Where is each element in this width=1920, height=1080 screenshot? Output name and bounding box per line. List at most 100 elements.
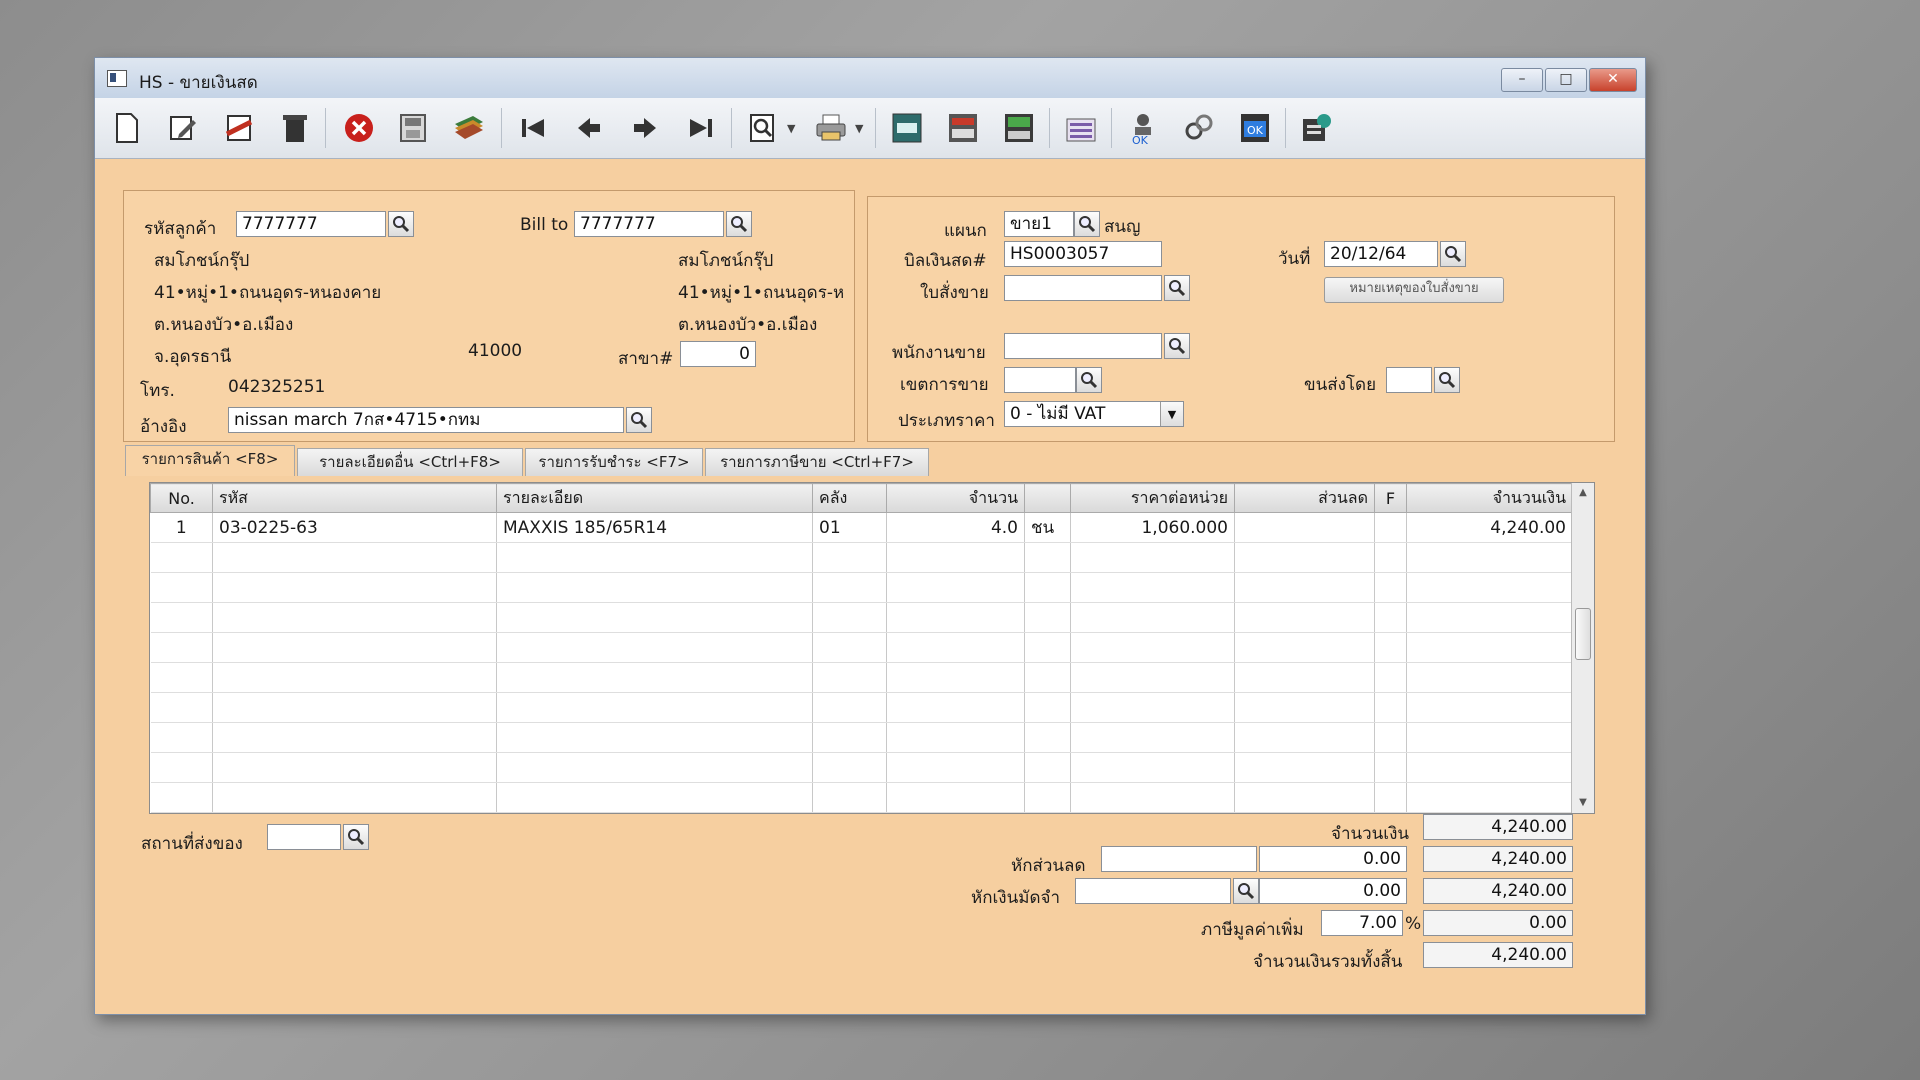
book-icon[interactable] — [451, 110, 487, 146]
col-header-code[interactable]: รหัส — [212, 483, 497, 513]
col-header-no[interactable]: No. — [150, 483, 213, 513]
table-row[interactable] — [150, 632, 1573, 663]
cell-code[interactable] — [212, 692, 497, 723]
cell-warehouse[interactable] — [812, 782, 887, 813]
exit-icon[interactable] — [1299, 110, 1335, 146]
table-row[interactable] — [150, 542, 1573, 573]
col-header-unit-price[interactable]: ราคาต่อหน่วย — [1070, 483, 1235, 513]
tab-other-details[interactable]: รายละเอียดอื่น <Ctrl+F8> — [297, 448, 523, 476]
customer-code-field[interactable]: 7777777 — [236, 211, 386, 237]
cell-code[interactable] — [212, 572, 497, 603]
cell-description[interactable] — [496, 572, 813, 603]
department-field[interactable]: ขาย1 — [1004, 211, 1074, 237]
sales-area-field[interactable] — [1004, 367, 1076, 393]
cell-unit[interactable] — [1024, 722, 1071, 753]
date-picker-icon[interactable] — [1440, 241, 1466, 267]
find-icon[interactable] — [745, 110, 781, 146]
cell-code[interactable] — [212, 542, 497, 573]
cell-amount[interactable] — [1406, 782, 1573, 813]
cell-no[interactable] — [150, 632, 213, 663]
sales-order-note-button[interactable]: หมายเหตุของใบสั่งขาย — [1324, 277, 1504, 303]
close-button[interactable]: ✕ — [1589, 68, 1637, 92]
cell-no[interactable] — [150, 602, 213, 633]
report-icon[interactable] — [1063, 110, 1099, 146]
cell-warehouse[interactable] — [812, 752, 887, 783]
print-icon[interactable] — [813, 110, 849, 146]
cell-discount[interactable] — [1234, 512, 1375, 543]
cell-unit[interactable] — [1024, 752, 1071, 783]
cell-warehouse[interactable] — [812, 692, 887, 723]
discount-amount-field[interactable]: 0.00 — [1259, 846, 1407, 872]
cell-flag[interactable] — [1374, 542, 1407, 573]
cell-unit[interactable] — [1024, 632, 1071, 663]
cell-unit[interactable] — [1024, 572, 1071, 603]
discount-text-field[interactable] — [1101, 846, 1257, 872]
price-type-select[interactable]: 0 - ไม่มี VAT ▼ — [1004, 401, 1184, 427]
trash-icon[interactable] — [277, 110, 313, 146]
cell-unit[interactable] — [1024, 692, 1071, 723]
prev-record-icon[interactable] — [571, 110, 607, 146]
bill-to-field[interactable]: 7777777 — [574, 211, 724, 237]
cell-unit[interactable]: ชน — [1024, 512, 1071, 543]
cell-flag[interactable] — [1374, 572, 1407, 603]
cell-warehouse[interactable]: 01 — [812, 512, 887, 543]
grid-scrollbar[interactable]: ▲ ▼ — [1571, 483, 1594, 813]
cell-amount[interactable] — [1406, 752, 1573, 783]
tab-items[interactable]: รายการสินค้า <F8> — [125, 445, 295, 476]
cell-flag[interactable] — [1374, 512, 1407, 543]
salesman-search-icon[interactable] — [1164, 333, 1190, 359]
cell-no[interactable] — [150, 752, 213, 783]
cell-code[interactable]: 03-0225-63 — [212, 512, 497, 543]
cell-discount[interactable] — [1234, 572, 1375, 603]
cell-no[interactable] — [150, 722, 213, 753]
cell-quantity[interactable] — [886, 662, 1025, 693]
cell-description[interactable] — [496, 782, 813, 813]
cell-warehouse[interactable] — [812, 662, 887, 693]
cell-warehouse[interactable] — [812, 722, 887, 753]
bill-to-search-icon[interactable] — [726, 211, 752, 237]
cell-quantity[interactable] — [886, 572, 1025, 603]
ship-place-field[interactable] — [267, 824, 341, 850]
edit-doc-icon[interactable] — [165, 110, 201, 146]
void-doc-icon[interactable] — [221, 110, 257, 146]
cell-flag[interactable] — [1374, 602, 1407, 633]
cell-no[interactable] — [150, 662, 213, 693]
cell-warehouse[interactable] — [812, 632, 887, 663]
ship-place-search-icon[interactable] — [343, 824, 369, 850]
cell-amount[interactable] — [1406, 722, 1573, 753]
cell-no[interactable]: 1 — [150, 512, 213, 543]
cell-amount[interactable] — [1406, 662, 1573, 693]
department-search-icon[interactable] — [1074, 211, 1100, 237]
cell-description[interactable]: MAXXIS 185/65R14 — [496, 512, 813, 543]
cell-discount[interactable] — [1234, 632, 1375, 663]
table-row[interactable] — [150, 782, 1573, 813]
reference-field[interactable]: nissan march 7กส•4715•กทม — [228, 407, 624, 433]
col-header-flag[interactable]: F — [1374, 483, 1407, 513]
cell-warehouse[interactable] — [812, 602, 887, 633]
cell-discount[interactable] — [1234, 542, 1375, 573]
cell-flag[interactable] — [1374, 782, 1407, 813]
cell-unit[interactable] — [1024, 782, 1071, 813]
cell-description[interactable] — [496, 692, 813, 723]
cell-amount[interactable] — [1406, 542, 1573, 573]
table-row[interactable] — [150, 692, 1573, 723]
cell-description[interactable] — [496, 632, 813, 663]
cell-discount[interactable] — [1234, 782, 1375, 813]
salesman-field[interactable] — [1004, 333, 1162, 359]
cell-flag[interactable] — [1374, 632, 1407, 663]
table-row[interactable] — [150, 722, 1573, 753]
sales-order-field[interactable] — [1004, 275, 1162, 301]
col-header-amount[interactable]: จำนวนเงิน — [1406, 483, 1573, 513]
scroll-down-icon[interactable]: ▼ — [1572, 793, 1594, 813]
col-header-unit[interactable] — [1024, 483, 1071, 513]
deposit-amount-field[interactable]: 0.00 — [1259, 878, 1407, 904]
cell-description[interactable] — [496, 602, 813, 633]
cell-discount[interactable] — [1234, 602, 1375, 633]
print-dropdown-icon[interactable]: ▼ — [855, 122, 863, 135]
cell-unit[interactable] — [1024, 542, 1071, 573]
cell-no[interactable] — [150, 542, 213, 573]
table-row[interactable] — [150, 662, 1573, 693]
cell-quantity[interactable] — [886, 752, 1025, 783]
new-doc-icon[interactable] — [109, 110, 145, 146]
table-row[interactable] — [150, 752, 1573, 783]
